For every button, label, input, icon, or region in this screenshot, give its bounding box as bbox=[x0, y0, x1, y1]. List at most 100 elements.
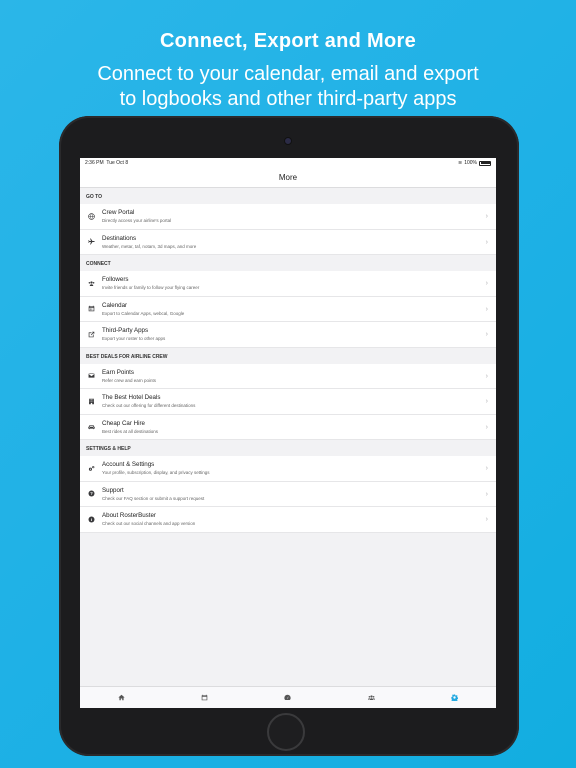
promo-subtitle-line2: to logbooks and other third-party apps bbox=[119, 88, 457, 110]
menu-item-text: Calendar Export to Calendar Apps, webcal,… bbox=[102, 302, 496, 316]
status-bar: 2:36 PM Tue Oct 8 ≋ 100% bbox=[80, 158, 496, 168]
hotel-icon bbox=[80, 398, 102, 405]
chevron-right-icon: › bbox=[485, 516, 488, 523]
gear-icon bbox=[451, 694, 458, 701]
chevron-right-icon: › bbox=[485, 398, 488, 405]
chevron-right-icon: › bbox=[485, 238, 488, 246]
globe-icon bbox=[80, 212, 102, 220]
menu-item-title: Crew Portal bbox=[102, 209, 135, 217]
menu-item-title: Earn Points bbox=[102, 368, 134, 376]
menu-item-text: Support Check our FAQ section or submit a… bbox=[102, 487, 496, 501]
chevron-right-icon: › bbox=[485, 490, 488, 498]
section-header: GO TO bbox=[80, 188, 496, 204]
menu-item-title: Third-Party Apps bbox=[102, 327, 149, 335]
tab-more[interactable] bbox=[444, 691, 464, 705]
camera bbox=[284, 137, 292, 145]
gears-icon bbox=[80, 465, 102, 472]
promo-subtitle-line1: Connect to your calendar, email and expo… bbox=[97, 63, 479, 85]
app-screen: 2:36 PM Tue Oct 8 ≋ 100% More GO TO Crew … bbox=[80, 158, 496, 708]
menu-item-title: Account & Settings bbox=[102, 461, 155, 469]
menu-item-text: Destinations Weather, metar, taf, notam, … bbox=[102, 235, 496, 249]
question-icon: ? bbox=[80, 490, 102, 497]
wifi-icon: ≋ bbox=[458, 160, 463, 166]
promo-title: Connect, Export and More bbox=[159, 30, 417, 52]
menu-item-subtitle: Your profile, subscription, display, and… bbox=[102, 470, 210, 476]
car-icon bbox=[80, 423, 102, 430]
battery-icon bbox=[479, 160, 491, 166]
calendar-icon bbox=[80, 305, 102, 312]
menu-item-destinations[interactable]: Destinations Weather, metar, taf, notam, … bbox=[80, 229, 496, 255]
section-header: BEST DEALS FOR AIRLINE CREW bbox=[80, 347, 496, 364]
status-time-text: 2:36 PM bbox=[85, 160, 104, 166]
menu-item-earn-points[interactable]: Earn Points Refer crew and earn points › bbox=[80, 363, 496, 389]
menu-item-text: Followers Invite friends or family to fol… bbox=[102, 276, 496, 290]
chevron-right-icon: › bbox=[485, 331, 488, 338]
menu-item-title: Destinations bbox=[102, 234, 137, 242]
users-icon bbox=[367, 695, 375, 700]
menu-item-subtitle: Export your roster to other apps bbox=[102, 336, 166, 342]
menu-item-subtitle: Refer crew and earn points bbox=[102, 377, 157, 383]
section-header: CONNECT bbox=[80, 255, 496, 271]
dashboard-icon bbox=[284, 694, 292, 701]
menu-item-cheap-car-hire[interactable]: Cheap Car Hire Best rides at all destinat… bbox=[80, 414, 496, 440]
envelope-icon bbox=[80, 372, 102, 379]
home-button[interactable] bbox=[267, 713, 305, 751]
chevron-right-icon: › bbox=[485, 423, 488, 431]
info-icon: i bbox=[80, 516, 102, 523]
menu-item-text: Earn Points Refer crew and earn points bbox=[102, 369, 496, 383]
status-time: 2:36 PM Tue Oct 8 bbox=[85, 160, 128, 166]
menu-item-followers[interactable]: Followers Invite friends or family to fol… bbox=[80, 271, 496, 297]
tab-home[interactable] bbox=[112, 691, 132, 705]
tab-calendar[interactable] bbox=[195, 691, 215, 705]
users-icon bbox=[80, 280, 102, 287]
menu-item-about-rosterbuster[interactable]: i About RosterBuster Check out our social … bbox=[80, 507, 496, 533]
svg-text:?: ? bbox=[90, 491, 93, 496]
page-title: More bbox=[278, 173, 298, 182]
menu-item-subtitle: Check our FAQ section or submit a suppor… bbox=[102, 495, 205, 501]
menu-item-title: Calendar bbox=[102, 301, 128, 309]
menu-item-title: Support bbox=[102, 486, 124, 494]
menu-item-text: About RosterBuster Check out our social c… bbox=[102, 512, 496, 526]
status-date-text: Tue Oct 8 bbox=[106, 160, 129, 166]
menu-item-title: The Best Hotel Deals bbox=[102, 394, 161, 402]
promo-subtitle: Connect to your calendar, email and expo… bbox=[0, 62, 576, 112]
chevron-right-icon: › bbox=[485, 305, 488, 313]
chevron-right-icon: › bbox=[485, 372, 488, 380]
menu-item-title: About RosterBuster bbox=[102, 512, 156, 520]
more-menu-list: GO TO Crew Portal Directly access your air… bbox=[80, 188, 496, 533]
menu-item-support[interactable]: ? Support Check our FAQ section or submit … bbox=[80, 481, 496, 507]
menu-item-subtitle: Directly access your airline's portal bbox=[102, 218, 172, 224]
airplane-icon bbox=[80, 238, 102, 245]
menu-item-title: Cheap Car Hire bbox=[102, 419, 145, 427]
menu-item-third-party-apps[interactable]: Third-Party Apps Export your roster to ot… bbox=[80, 322, 496, 348]
promo-headline: Connect, Export and More Connect to your… bbox=[0, 30, 576, 112]
home-icon bbox=[118, 694, 125, 701]
chevron-right-icon: › bbox=[485, 213, 488, 220]
menu-item-subtitle: Check out our offering for different des… bbox=[102, 403, 196, 409]
battery-percent: 100% bbox=[464, 160, 477, 166]
tab-dashboard[interactable] bbox=[278, 691, 298, 705]
external-link-icon bbox=[80, 331, 102, 338]
menu-item-subtitle: Check out our social channels and app ve… bbox=[102, 521, 196, 527]
menu-item-text: The Best Hotel Deals Check out our offeri… bbox=[102, 394, 496, 408]
menu-item-crew-portal[interactable]: Crew Portal Directly access your airline'… bbox=[80, 204, 496, 230]
menu-item-the-best-hotel-deals[interactable]: The Best Hotel Deals Check out our offeri… bbox=[80, 389, 496, 415]
menu-item-text: Crew Portal Directly access your airline'… bbox=[102, 209, 496, 223]
chevron-right-icon: › bbox=[485, 465, 488, 472]
menu-item-calendar[interactable]: Calendar Export to Calendar Apps, webcal,… bbox=[80, 296, 496, 322]
menu-item-subtitle: Export to Calendar Apps, webcal, Google bbox=[102, 310, 185, 316]
tablet-frame: 2:36 PM Tue Oct 8 ≋ 100% More GO TO Crew … bbox=[59, 116, 519, 756]
chevron-right-icon: › bbox=[485, 280, 488, 287]
menu-item-text: Cheap Car Hire Best rides at all destinat… bbox=[102, 420, 496, 434]
menu-item-text: Third-Party Apps Export your roster to ot… bbox=[102, 327, 496, 341]
menu-item-title: Followers bbox=[102, 276, 129, 284]
menu-item-text: Account & Settings Your profile, subscrip… bbox=[102, 461, 496, 475]
section-header: SETTINGS & HELP bbox=[80, 440, 496, 456]
menu-item-account-settings[interactable]: Account & Settings Your profile, subscrip… bbox=[80, 456, 496, 482]
calendar-icon bbox=[201, 694, 208, 701]
menu-item-subtitle: Invite friends or family to follow your … bbox=[102, 285, 200, 291]
tab-bar bbox=[80, 686, 496, 708]
nav-bar: More bbox=[80, 168, 496, 188]
menu-item-subtitle: Best rides at all destinations bbox=[102, 428, 159, 434]
tab-followers[interactable] bbox=[361, 691, 381, 705]
